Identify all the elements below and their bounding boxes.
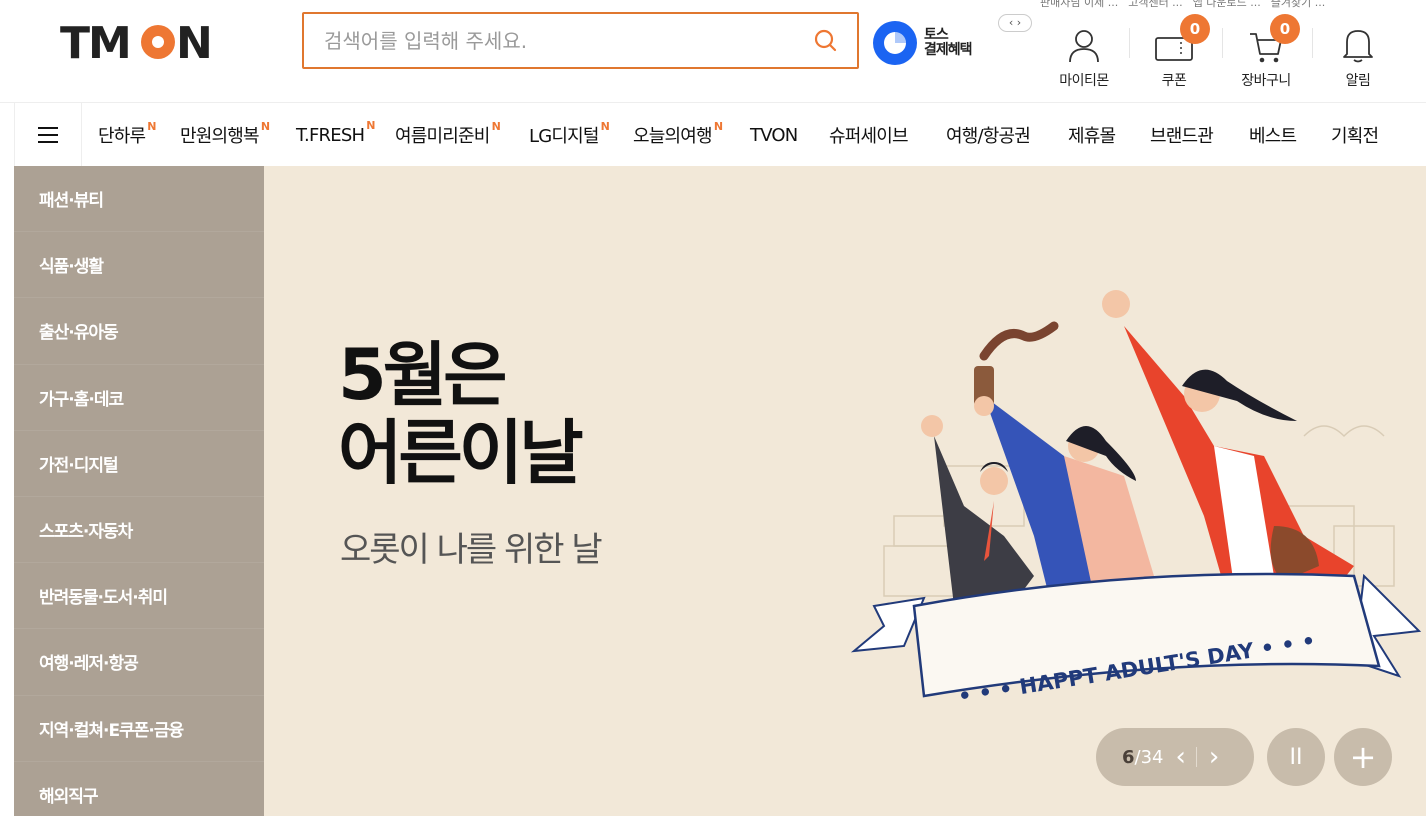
banner-headline-line2: 어른이날 <box>338 412 584 494</box>
divider <box>1129 28 1130 58</box>
coupon-badge: 0 <box>1180 14 1210 44</box>
tmon-logo[interactable]: TM N <box>60 18 220 64</box>
sidebar-category[interactable]: 여행·레저·항공 <box>14 629 264 696</box>
nav-item[interactable]: 베스트 <box>1249 122 1297 148</box>
nav-item[interactable]: 여행/항공권 <box>946 122 1031 148</box>
pager-current: 6 <box>1122 746 1135 768</box>
sidebar-category[interactable]: 식품·생활 <box>14 232 264 299</box>
svg-text:TM: TM <box>60 18 130 64</box>
svg-text:N: N <box>176 18 213 64</box>
sidebar-category[interactable]: 스포츠·자동차 <box>14 497 264 564</box>
nav-item-label: 여름미리준비 <box>395 126 490 147</box>
bell-icon <box>1343 30 1373 63</box>
nav-item[interactable]: 만원의행복 N <box>180 120 270 148</box>
nav-item-label: 제휴몰 <box>1068 126 1116 147</box>
user-icon <box>1069 30 1099 63</box>
nav-item-label: 단하루 <box>98 126 146 147</box>
nav-item-label: T.FRESH <box>296 125 365 146</box>
banner-headline-line1: 5월은 <box>338 334 508 416</box>
category-nav: 단하루 N 만원의행복 N T.FRESH N 여름미리준비 N LG디지털 N 오늘의여행 N TVO… <box>0 102 1426 167</box>
top-link[interactable]: 고객센터 ... <box>1128 0 1182 10</box>
pager-total: /34 <box>1134 746 1164 768</box>
new-badge: N <box>713 120 723 133</box>
celebration-illustration: • • • HAPPT ADULT'S DAY • • • <box>850 290 1422 709</box>
toss-line2: 결제혜택 <box>924 42 973 58</box>
nav-item-label: LG디지털 <box>529 126 599 147</box>
coupon-label: 쿠폰 <box>1161 73 1187 89</box>
toss-logo-icon <box>873 21 917 65</box>
cart-badge: 0 <box>1270 14 1300 44</box>
nav-item-label: 슈퍼세이브 <box>829 126 909 147</box>
divider <box>1312 28 1313 58</box>
nav-item-label: 기획전 <box>1331 126 1379 147</box>
category-sidebar: 패션·뷰티 식품·생활 출산·유아동 가구·홈·데코 가전·디지털 스포츠·자동차 반려동물… <box>14 166 264 828</box>
sidebar-category[interactable]: 지역·컬쳐·E쿠폰·금융 <box>14 696 264 762</box>
sidebar-category[interactable]: 가전·디지털 <box>14 431 264 497</box>
header: 판매자님 이제 ... 고객센터 ... 앱 다운로드 ... 즐겨찾기 ...… <box>0 0 1426 102</box>
view-all-button[interactable]: + <box>1334 728 1392 786</box>
banner-subtitle: 오롯이 나를 위한 날 <box>340 530 603 570</box>
nav-item[interactable]: 제휴몰 <box>1068 122 1116 148</box>
nav-item[interactable]: TVON <box>750 124 798 146</box>
nav-item[interactable]: 여름미리준비 N <box>395 120 501 148</box>
sidebar-category[interactable]: 해외직구 <box>14 762 264 828</box>
search-box <box>302 12 859 69</box>
notification-button[interactable]: 알림 <box>1318 20 1398 90</box>
banner-pager: 6 /34 ‹ › <box>1096 728 1254 786</box>
nav-item[interactable]: 기획전 <box>1331 122 1379 148</box>
nav-item[interactable]: 브랜드관 <box>1150 122 1214 148</box>
hamburger-icon <box>38 122 58 148</box>
mytmon-button[interactable]: 마이티몬 <box>1044 20 1124 90</box>
search-input[interactable] <box>304 28 784 53</box>
nav-item-label: 여행/항공권 <box>946 126 1031 147</box>
nav-item-label: TVON <box>750 124 798 146</box>
sidebar-category[interactable]: 반려동물·도서·취미 <box>14 563 264 630</box>
divider <box>1195 747 1197 767</box>
search-icon[interactable] <box>813 28 839 54</box>
nav-item-label: 오늘의여행 <box>633 126 713 147</box>
top-strip: 판매자님 이제 ... 고객센터 ... 앱 다운로드 ... 즐겨찾기 ... <box>1040 0 1325 10</box>
top-link[interactable]: 즐겨찾기 ... <box>1271 0 1325 10</box>
nav-item-label: 만원의행복 <box>180 126 260 147</box>
top-link[interactable]: 판매자님 이제 ... <box>1040 0 1118 10</box>
menu-button[interactable] <box>14 103 82 167</box>
top-link[interactable]: 앱 다운로드 ... <box>1193 0 1261 10</box>
toss-promo[interactable]: 토스 결제혜택 <box>872 20 973 66</box>
sidebar-category[interactable]: 가구·홈·데코 <box>14 365 264 431</box>
new-badge: N <box>491 120 501 133</box>
nav-item[interactable]: T.FRESH N <box>296 119 375 146</box>
coupon-button[interactable]: 0 쿠폰 <box>1134 14 1214 90</box>
toss-line1: 토스 <box>924 27 949 43</box>
nav-item-label: 브랜드관 <box>1150 126 1214 147</box>
new-badge: N <box>147 120 156 133</box>
banner-headline: 5월은 어른이날 <box>338 334 584 494</box>
new-badge: N <box>260 120 270 133</box>
nav-item[interactable]: 오늘의여행 N <box>633 120 723 148</box>
main-banner[interactable]: 5월은 어른이날 오롯이 나를 위한 날 • • • HAPPT ADULT'S… <box>264 166 1426 816</box>
nav-item[interactable]: 슈퍼세이브 <box>829 122 909 148</box>
nav-item[interactable]: LG디지털 N <box>529 120 610 148</box>
mytmon-label: 마이티몬 <box>1059 73 1109 89</box>
prev-arrow-icon[interactable]: ‹ <box>1176 742 1186 772</box>
sidebar-category[interactable]: 패션·뷰티 <box>14 166 264 233</box>
cart-button[interactable]: 0 장바구니 <box>1226 14 1306 90</box>
nav-item-label: 베스트 <box>1249 126 1297 147</box>
cart-label: 장바구니 <box>1241 73 1291 89</box>
sidebar-category[interactable]: 출산·유아동 <box>14 298 264 365</box>
notification-label: 알림 <box>1345 73 1371 89</box>
toss-text: 토스 결제혜택 <box>924 27 973 58</box>
nav-item[interactable]: 단하루 N <box>98 120 157 148</box>
new-badge: N <box>366 119 375 132</box>
pause-button[interactable]: II <box>1267 728 1325 786</box>
next-arrow-icon[interactable]: › <box>1209 742 1219 772</box>
toss-arrows-button[interactable]: ‹ › <box>998 14 1032 32</box>
divider <box>1222 28 1223 58</box>
new-badge: N <box>600 120 610 133</box>
